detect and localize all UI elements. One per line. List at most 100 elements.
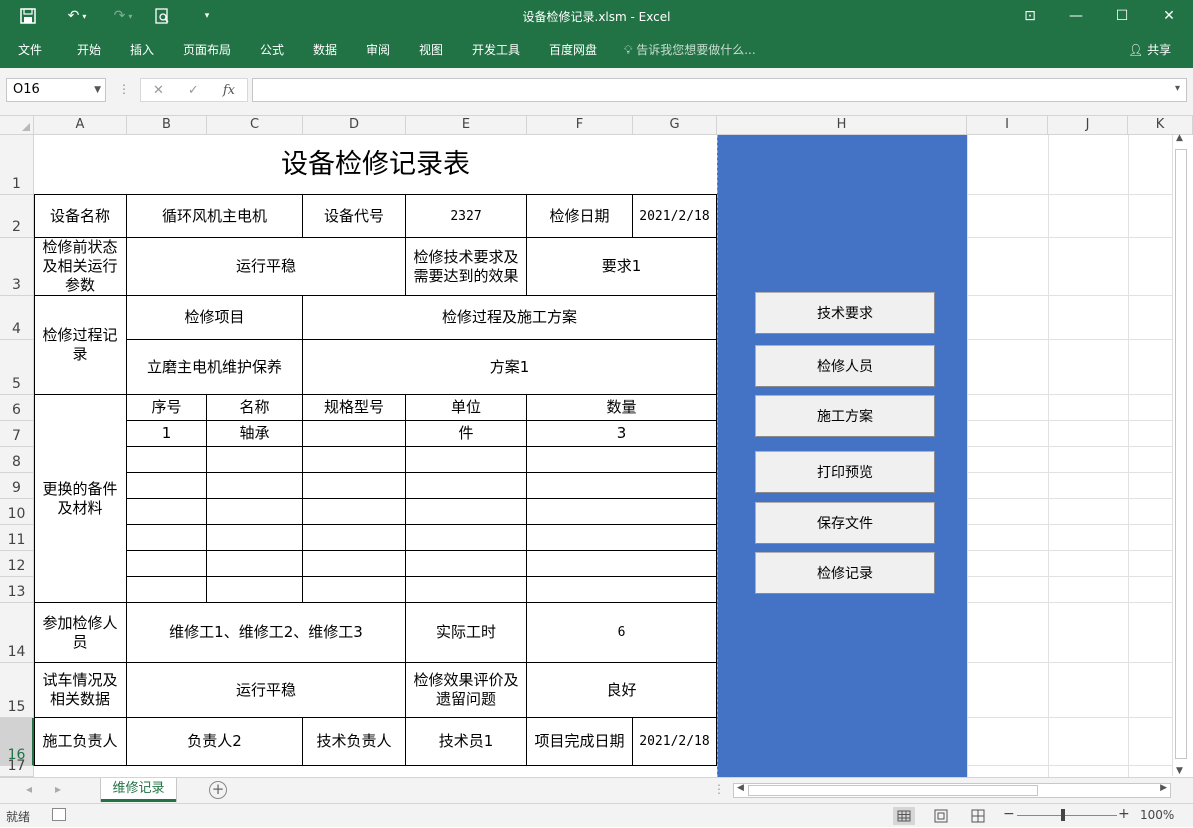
add-sheet-icon[interactable]: +	[209, 781, 227, 799]
parts-cell[interactable]	[303, 499, 406, 525]
finish-label[interactable]: 项目完成日期	[527, 718, 633, 766]
date-label[interactable]: 检修日期	[527, 195, 633, 238]
row-header[interactable]: 14	[0, 603, 34, 663]
tell-me-search[interactable]: 💡︎ 告诉我您想要做什么...	[624, 38, 756, 62]
equip-name-value[interactable]: 循环风机主电机	[127, 195, 303, 238]
scroll-left-icon[interactable]: ◀	[737, 783, 744, 793]
insert-function-icon[interactable]: fx	[223, 83, 235, 98]
scroll-down-icon[interactable]: ▼	[1176, 766, 1183, 776]
tab-file[interactable]: 文件	[18, 38, 42, 62]
zoom-in-icon[interactable]: +	[1118, 806, 1130, 822]
column-header[interactable]: C	[207, 116, 303, 135]
column-header[interactable]: E	[406, 116, 527, 135]
form-title[interactable]: 设备检修记录表	[34, 135, 717, 195]
parts-cell[interactable]	[207, 577, 303, 603]
lead-value[interactable]: 负责人2	[127, 718, 303, 766]
parts-cell[interactable]	[207, 499, 303, 525]
process-label[interactable]: 检修过程记录	[34, 296, 127, 395]
parts-cell[interactable]	[207, 551, 303, 577]
row-header[interactable]: 3	[0, 238, 34, 296]
pre-state-value[interactable]: 运行平稳	[127, 238, 406, 296]
parts-cell[interactable]	[127, 447, 207, 473]
column-header[interactable]: B	[127, 116, 207, 135]
formula-input[interactable]: ▾	[252, 78, 1187, 102]
expand-formula-icon[interactable]: ▾	[1175, 83, 1180, 94]
row-header[interactable]: 11	[0, 525, 34, 551]
tab-page-layout[interactable]: 页面布局	[183, 38, 231, 62]
parts-cell[interactable]	[127, 551, 207, 577]
tech-req-label[interactable]: 检修技术要求及需要达到的效果	[406, 238, 527, 296]
parts-cell[interactable]	[527, 525, 717, 551]
row-header[interactable]: 13	[0, 577, 34, 603]
eval-value[interactable]: 良好	[527, 663, 717, 718]
tab-insert[interactable]: 插入	[130, 38, 154, 62]
workers-label[interactable]: 参加检修人员	[34, 603, 127, 663]
parts-cell[interactable]	[303, 551, 406, 577]
row-header[interactable]: 17	[0, 758, 34, 777]
finish-value[interactable]: 2021/2/18	[633, 718, 717, 766]
row-header[interactable]: 9	[0, 473, 34, 499]
lead-label[interactable]: 施工负责人	[34, 718, 127, 766]
parts-cell[interactable]	[127, 499, 207, 525]
tab-developer[interactable]: 开发工具	[472, 38, 520, 62]
parts-cell[interactable]	[303, 473, 406, 499]
maximize-button[interactable]: ☐	[1099, 0, 1145, 32]
row-header[interactable]: 5	[0, 340, 34, 395]
tech-requirements-button[interactable]: 技术要求	[755, 292, 935, 334]
tab-formulas[interactable]: 公式	[260, 38, 284, 62]
parts-cell[interactable]: 1	[127, 421, 207, 447]
ribbon-display-options-icon[interactable]: ⊡	[1007, 0, 1053, 32]
next-sheet-icon[interactable]: ▸	[55, 782, 61, 796]
parts-cell[interactable]: 轴承	[207, 421, 303, 447]
workers-value[interactable]: 维修工1、维修工2、维修工3	[127, 603, 406, 663]
maintenance-record-button[interactable]: 检修记录	[755, 552, 935, 594]
hours-label[interactable]: 实际工时	[406, 603, 527, 663]
scroll-thumb[interactable]	[1175, 149, 1187, 759]
column-header[interactable]: A	[34, 116, 127, 135]
enter-icon[interactable]: ✓	[188, 83, 199, 98]
parts-cell[interactable]: 序号	[127, 395, 207, 421]
name-box[interactable]: O16 ▼	[6, 78, 106, 102]
maintenance-staff-button[interactable]: 检修人员	[755, 345, 935, 387]
row-header[interactable]: 2	[0, 195, 34, 238]
tech-lead-value[interactable]: 技术员1	[406, 718, 527, 766]
parts-cell[interactable]	[406, 499, 527, 525]
tab-data[interactable]: 数据	[313, 38, 337, 62]
pre-state-label[interactable]: 检修前状态及相关运行参数	[34, 238, 127, 296]
parts-cell[interactable]: 规格型号	[303, 395, 406, 421]
parts-label[interactable]: 更换的备件及材料	[34, 395, 127, 603]
column-header[interactable]: D	[303, 116, 406, 135]
column-header[interactable]: F	[527, 116, 633, 135]
hours-value[interactable]: 6	[527, 603, 717, 663]
construction-plan-button[interactable]: 施工方案	[755, 395, 935, 437]
zoom-level[interactable]: 100%	[1140, 808, 1174, 822]
parts-cell[interactable]	[127, 577, 207, 603]
row-header[interactable]: 6	[0, 395, 34, 421]
column-header[interactable]: G	[633, 116, 717, 135]
close-button[interactable]: ✕	[1146, 0, 1192, 32]
equip-name-label[interactable]: 设备名称	[34, 195, 127, 238]
parts-cell[interactable]	[527, 577, 717, 603]
parts-cell[interactable]	[406, 551, 527, 577]
date-value[interactable]: 2021/2/18	[633, 195, 717, 238]
drag-handle-icon[interactable]: ⋮	[118, 82, 130, 96]
trial-value[interactable]: 运行平稳	[127, 663, 406, 718]
parts-cell[interactable]	[207, 473, 303, 499]
parts-cell[interactable]: 3	[527, 421, 717, 447]
parts-cell[interactable]	[127, 473, 207, 499]
parts-cell[interactable]	[406, 473, 527, 499]
tab-review[interactable]: 审阅	[366, 38, 390, 62]
parts-cell[interactable]: 单位	[406, 395, 527, 421]
equip-code-value[interactable]: 2327	[406, 195, 527, 238]
row-header[interactable]: 12	[0, 551, 34, 577]
horizontal-scrollbar[interactable]: ◀ ▶	[733, 783, 1171, 798]
parts-cell[interactable]	[406, 577, 527, 603]
item-label[interactable]: 检修项目	[127, 296, 303, 340]
macro-record-icon[interactable]	[52, 808, 66, 821]
column-header[interactable]: I	[967, 116, 1048, 135]
minimize-button[interactable]: —	[1053, 0, 1099, 32]
parts-cell[interactable]: 数量	[527, 395, 717, 421]
parts-cell[interactable]	[127, 525, 207, 551]
parts-cell[interactable]: 件	[406, 421, 527, 447]
column-header[interactable]: J	[1048, 116, 1128, 135]
